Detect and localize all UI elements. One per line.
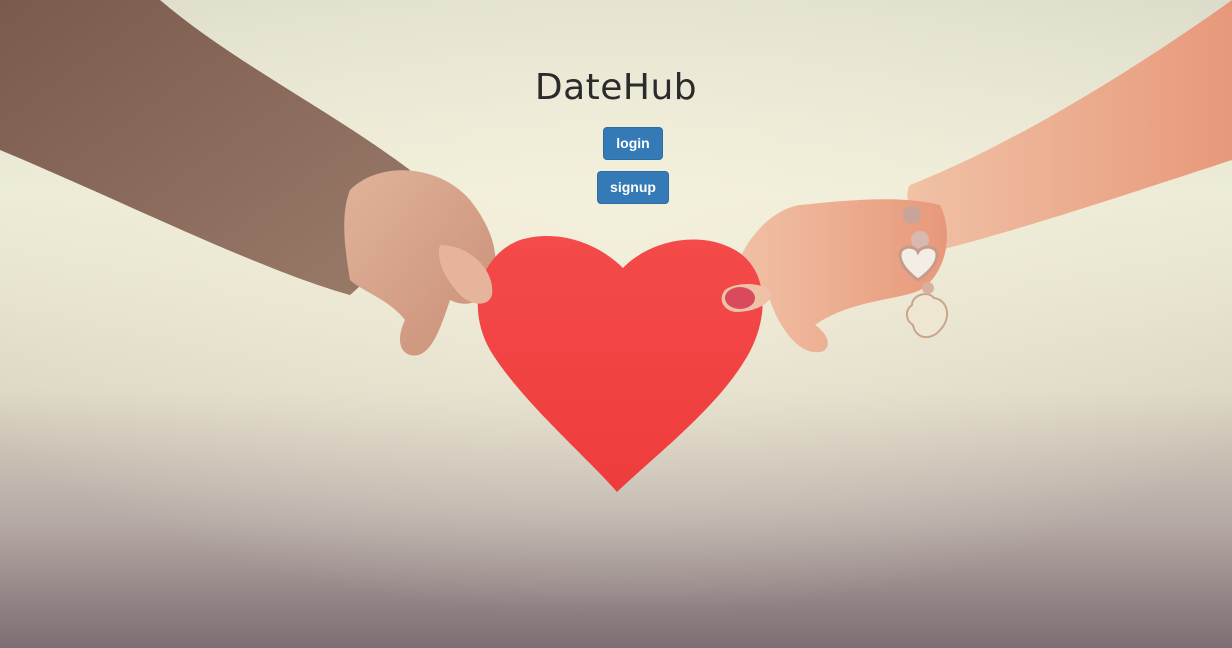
signup-button[interactable]: signup: [597, 171, 669, 204]
page-title: DateHub: [534, 67, 698, 108]
login-button[interactable]: login: [603, 127, 663, 160]
